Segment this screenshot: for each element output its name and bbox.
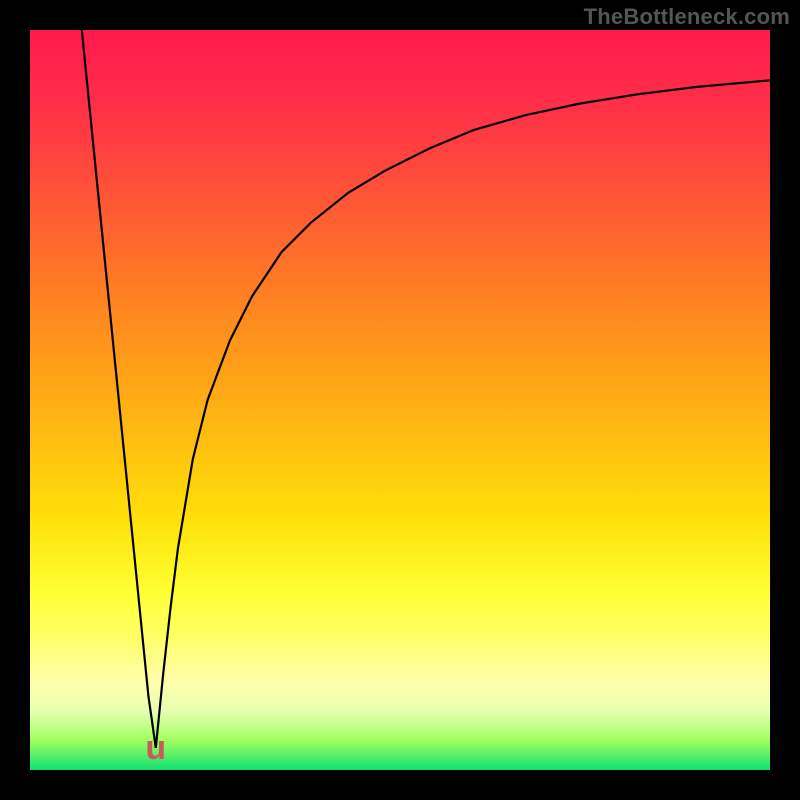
left-branch-path xyxy=(82,30,156,748)
watermark-text: TheBottleneck.com xyxy=(584,4,790,30)
right-branch-path xyxy=(156,80,770,747)
curve-svg xyxy=(30,30,770,770)
minimum-marker: u xyxy=(138,733,174,763)
chart-frame: TheBottleneck.com u xyxy=(0,0,800,800)
plot-area: u xyxy=(30,30,770,770)
